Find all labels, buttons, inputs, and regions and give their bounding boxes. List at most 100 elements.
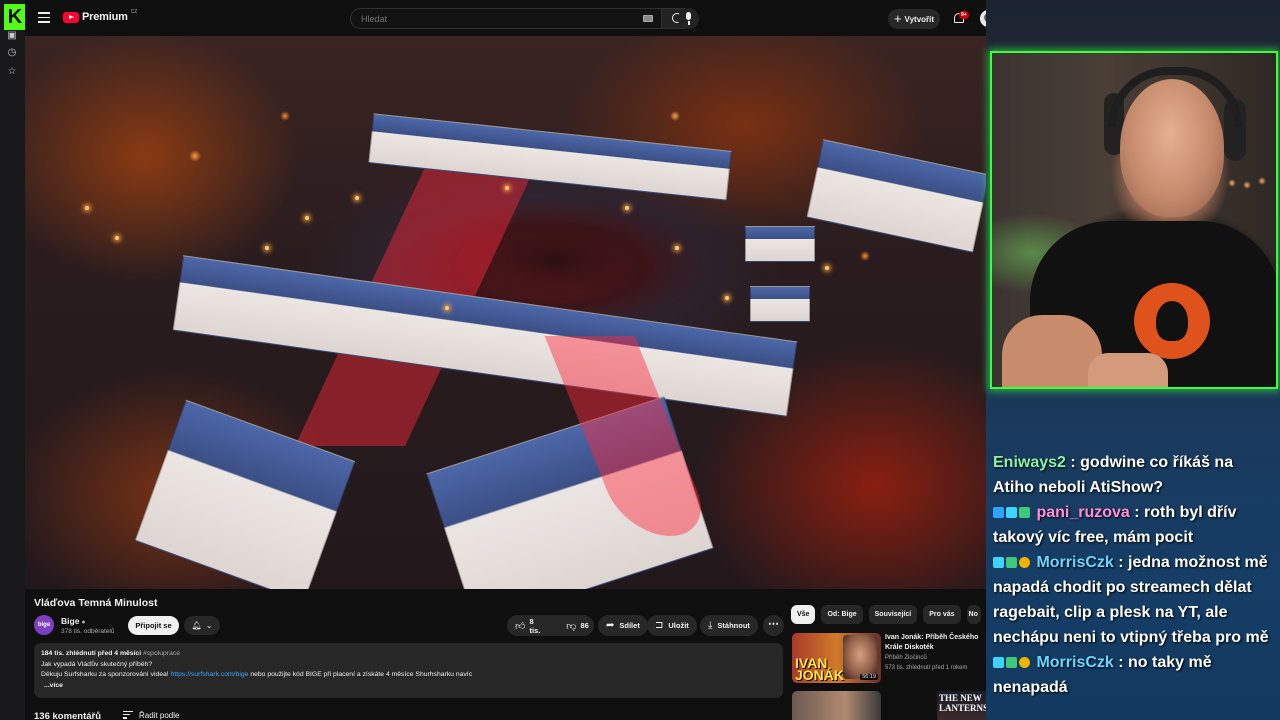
verified-icon: ●	[81, 619, 86, 626]
chevron-down-icon: ⌄	[205, 621, 213, 630]
badge-icon	[1019, 557, 1030, 568]
thumbnail-text: IVAN JONÁK	[795, 655, 845, 683]
hashtag-link[interactable]: #spoluprace	[143, 650, 180, 657]
street-light	[115, 236, 119, 240]
related-chips: Vše Od: Bige Související Pro vás No	[791, 605, 981, 624]
channel-name[interactable]: Bige ●	[61, 616, 86, 626]
chip-for-you[interactable]: Pro vás	[923, 605, 961, 624]
join-button[interactable]: Připojit se	[128, 616, 179, 635]
save-button[interactable]: ⊐ Uložit	[647, 615, 697, 636]
search-box	[350, 8, 662, 29]
like-dislike-bar: 👍︎ 8 tis. 👎︎ 86	[507, 615, 594, 636]
street-light	[675, 246, 679, 250]
subscription-bell-button[interactable]: 🔔︎ ⌄	[184, 616, 220, 635]
notifications-button[interactable]: 9+	[953, 11, 969, 25]
street-light	[85, 206, 89, 210]
video-building	[806, 139, 986, 253]
bookmark-icon: ⊐	[655, 620, 664, 631]
thumbs-up-icon: 👍︎	[515, 620, 526, 632]
channel-avatar[interactable]: bige	[34, 615, 54, 635]
kick-logo[interactable]: K	[4, 4, 26, 30]
video-player[interactable]	[25, 36, 986, 589]
related-video-title[interactable]: Ivan Jonák: Příběh Českého Krále Diskoté…	[885, 633, 985, 652]
street-light	[265, 246, 269, 250]
street-light	[305, 216, 309, 220]
street-light	[825, 266, 829, 270]
chat-username: MorrisCzk	[1036, 554, 1114, 571]
video-building	[745, 226, 815, 262]
youtube-brand: Premium	[82, 11, 128, 23]
description-line: Jak vypadá Vláďův skutečný příběh?	[41, 660, 153, 668]
badge-icon	[993, 557, 1004, 568]
star-icon[interactable]: ☆	[6, 66, 18, 78]
badge-icon	[1006, 557, 1017, 568]
related-video-thumbnail[interactable]: THE NEW LANTERNS	[937, 691, 987, 720]
street-light	[355, 196, 359, 200]
youtube-header: Premium CZ + Vytvořit 9+	[25, 0, 1012, 36]
menu-icon[interactable]	[38, 12, 50, 23]
chip-partial[interactable]: No	[966, 605, 981, 624]
headphone-band	[1108, 67, 1242, 127]
share-button[interactable]: ➦ Sdílet	[598, 615, 648, 636]
search-input[interactable]	[351, 9, 661, 29]
history-icon[interactable]: ◷	[6, 47, 18, 59]
youtube-play-icon	[63, 11, 79, 23]
badge-icon	[1006, 657, 1017, 668]
dislike-count: 86	[580, 621, 589, 630]
thumbnail-text: THE NEW LANTERNS	[939, 693, 987, 713]
video-building	[750, 286, 810, 322]
bell-icon: 🔔︎	[191, 621, 202, 630]
webcam-frame	[990, 51, 1278, 389]
show-more-link[interactable]: ...více	[41, 681, 776, 692]
chat-username: Eniways2	[993, 454, 1066, 471]
chat-message: Eniways2 : godwine co říkáš na Atiho neb…	[993, 454, 1234, 496]
sort-label: Řadit podle	[139, 711, 180, 720]
save-label: Uložit	[668, 621, 689, 630]
video-description[interactable]: 184 tis. zhlédnutí před 4 měsíci #spolup…	[34, 643, 783, 698]
chip-all[interactable]: Vše	[791, 605, 816, 624]
notification-count: 9+	[959, 11, 969, 19]
download-button[interactable]: ⤓ Stáhnout	[700, 615, 758, 636]
street-light	[625, 206, 629, 210]
create-label: Vytvořit	[904, 14, 935, 24]
share-label: Sdílet	[619, 621, 640, 630]
related-video-thumbnail[interactable]: IVAN JONÁK 56:19	[792, 633, 881, 683]
like-count: 8 tis.	[529, 616, 541, 635]
kick-sidebar: K ▣ ◷ ☆	[0, 0, 26, 720]
video-duration: 56:19	[860, 674, 878, 680]
following-icon[interactable]: ▣	[6, 30, 18, 42]
chat-username: pani_ruzova	[1036, 504, 1130, 521]
video-title: Vláďova Temná Minulost	[34, 597, 158, 609]
like-button[interactable]: 👍︎ 8 tis.	[507, 615, 548, 636]
video-building	[172, 255, 798, 417]
streamer-hand	[1088, 353, 1168, 387]
sort-icon	[123, 711, 133, 720]
street-light	[445, 306, 449, 310]
youtube-logo[interactable]: Premium CZ	[63, 9, 138, 23]
keyboard-icon[interactable]	[643, 15, 653, 22]
description-meta: 184 tis. zhlédnutí před 4 měsíci #spolup…	[41, 650, 181, 657]
badge-icon	[993, 657, 1004, 668]
street-light	[725, 296, 729, 300]
more-actions-button[interactable]: ⋯	[763, 615, 784, 636]
chat-message: pani_ruzova : roth byl dřív takový víc f…	[993, 504, 1237, 546]
chat-text: jedna možnost mě napadá chodit po stream…	[993, 554, 1269, 646]
thumbs-down-icon: 👎︎	[566, 620, 577, 632]
country-code: CZ	[130, 9, 138, 15]
create-button[interactable]: + Vytvořit	[888, 9, 940, 29]
sponsor-link[interactable]: https://surfshark.com/bige	[171, 671, 249, 678]
chat-overlay: Eniways2 : godwine co říkáš na Atiho neb…	[993, 450, 1277, 700]
download-icon: ⤓	[708, 620, 713, 631]
download-label: Stáhnout	[717, 621, 750, 630]
chip-from-channel[interactable]: Od: Bige	[821, 605, 863, 624]
description-line: Děkuju Surfsharku za sponzorování videa!…	[41, 671, 473, 678]
dislike-button[interactable]: 👎︎ 86	[558, 615, 597, 636]
related-video-thumbnail[interactable]	[792, 691, 881, 720]
related-video-channel[interactable]: Příběh Zločinců	[885, 655, 927, 661]
thumbnail-face	[843, 635, 877, 679]
sort-button[interactable]: Řadit podle	[123, 711, 179, 720]
badge-icon	[1019, 507, 1030, 518]
chip-related[interactable]: Související	[868, 605, 918, 624]
street-light	[505, 186, 509, 190]
mic-icon[interactable]	[678, 8, 699, 29]
